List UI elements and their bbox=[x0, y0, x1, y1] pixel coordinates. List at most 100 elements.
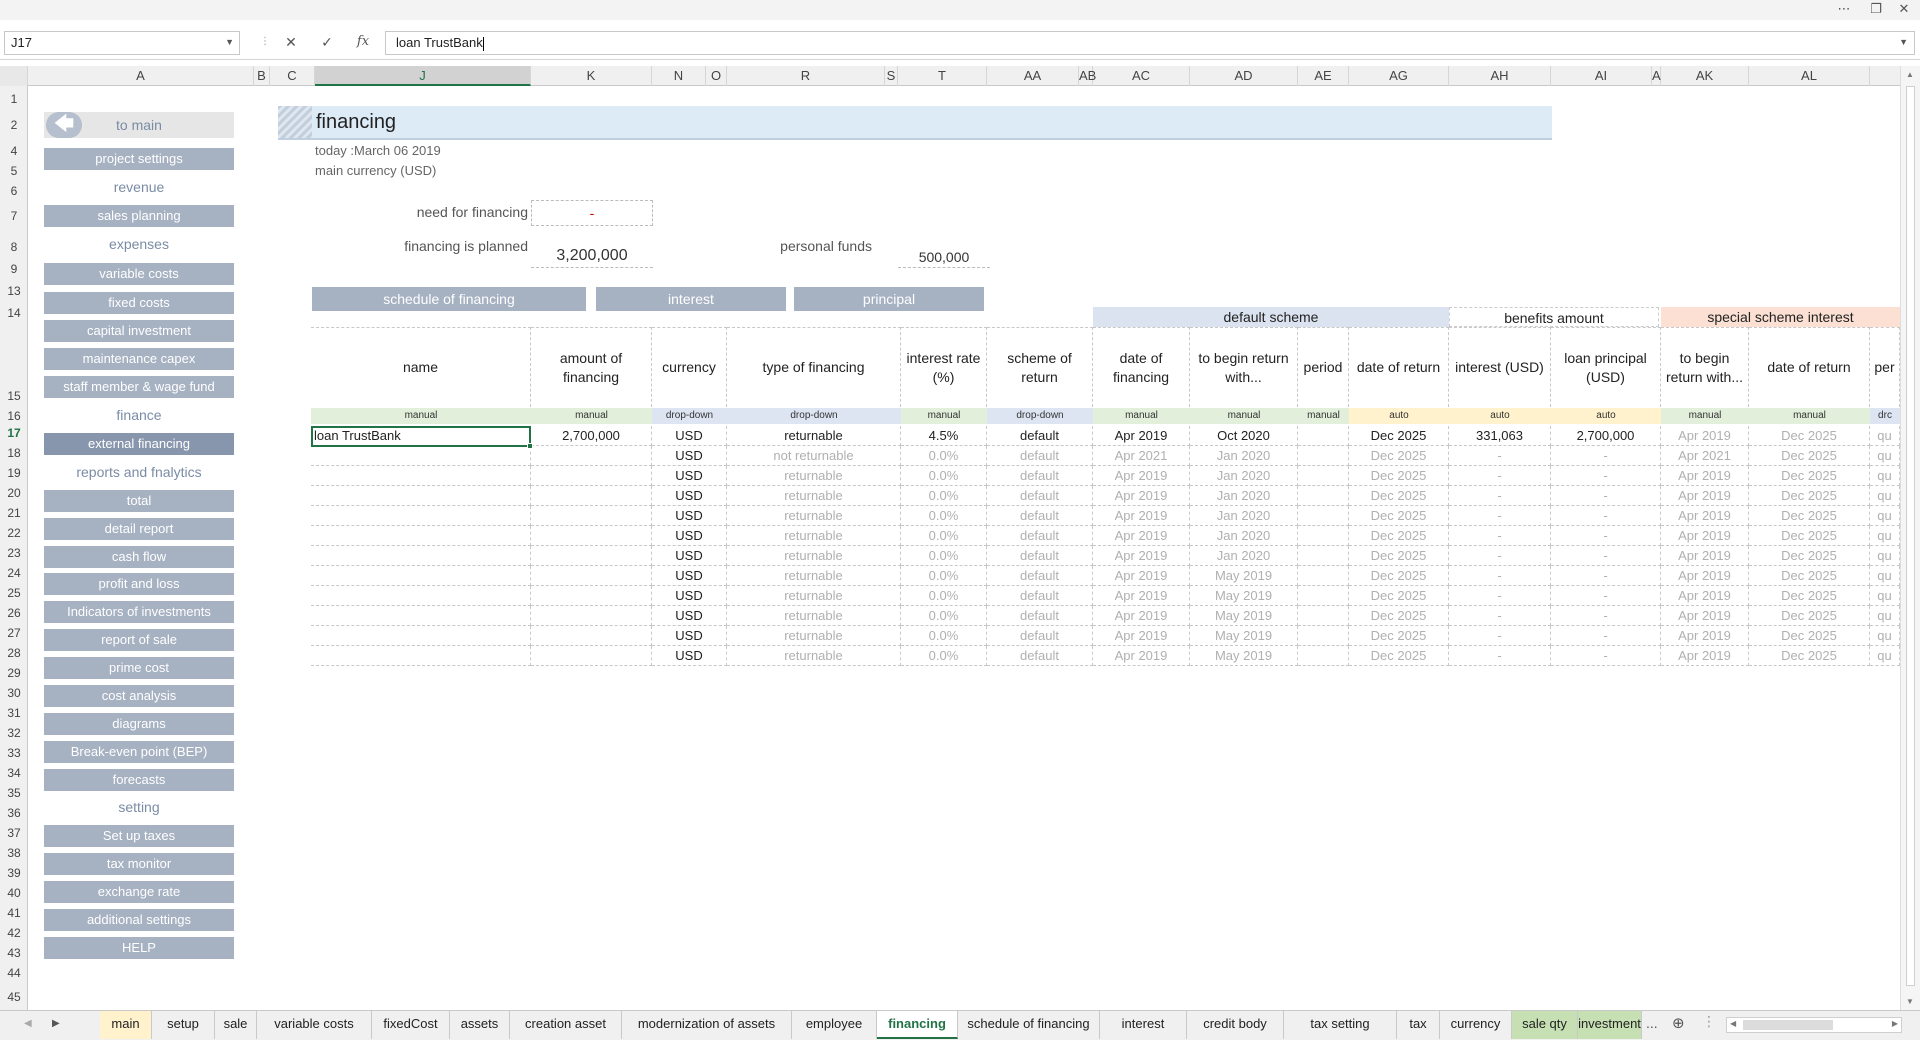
table-cell[interactable]: 0.0% bbox=[901, 586, 987, 606]
principal-button[interactable]: principal bbox=[794, 287, 984, 311]
column-header[interactable]: AH bbox=[1449, 66, 1551, 86]
table-cell[interactable]: Apr 2021 bbox=[1093, 446, 1190, 466]
row-header[interactable]: 1 bbox=[0, 92, 28, 106]
tab-modernization-of-assets[interactable]: modernization of assets bbox=[622, 1011, 792, 1039]
table-cell[interactable]: Dec 2025 bbox=[1349, 626, 1449, 646]
tab-creation-asset[interactable]: creation asset bbox=[510, 1011, 622, 1039]
table-cell[interactable] bbox=[311, 646, 531, 666]
table-cell[interactable]: qu bbox=[1870, 566, 1900, 586]
table-cell[interactable]: default bbox=[987, 606, 1093, 626]
table-cell[interactable] bbox=[531, 586, 652, 606]
column-header[interactable]: N bbox=[652, 66, 706, 86]
table-cell[interactable]: qu bbox=[1870, 466, 1900, 486]
table-cell[interactable] bbox=[531, 626, 652, 646]
column-header[interactable]: AA bbox=[987, 66, 1079, 86]
tab-fixedcost[interactable]: fixedCost bbox=[372, 1011, 450, 1039]
table-cell[interactable]: qu bbox=[1870, 646, 1900, 666]
table-cell[interactable]: Apr 2019 bbox=[1093, 626, 1190, 646]
table-cell[interactable]: Dec 2025 bbox=[1349, 586, 1449, 606]
row-header[interactable]: 45 bbox=[0, 990, 28, 1004]
sidebar-item-additional-settings[interactable]: additional settings bbox=[44, 909, 234, 931]
table-cell[interactable] bbox=[1298, 606, 1349, 626]
table-cell[interactable]: - bbox=[1551, 466, 1661, 486]
table-cell[interactable]: Jan 2020 bbox=[1190, 506, 1298, 526]
row-header[interactable]: 28 bbox=[0, 646, 28, 660]
sidebar-item-indicators-of-investments[interactable]: Indicators of investments bbox=[44, 601, 234, 623]
table-cell[interactable] bbox=[1298, 546, 1349, 566]
table-cell[interactable]: Apr 2019 bbox=[1093, 506, 1190, 526]
table-cell[interactable]: USD bbox=[652, 626, 727, 646]
sidebar-item-total[interactable]: total bbox=[44, 490, 234, 512]
row-header[interactable]: 15 bbox=[0, 389, 28, 403]
table-cell[interactable]: default bbox=[987, 566, 1093, 586]
table-cell[interactable]: returnable bbox=[727, 426, 901, 446]
table-cell[interactable]: Apr 2019 bbox=[1661, 506, 1749, 526]
row-header[interactable]: 38 bbox=[0, 846, 28, 860]
sidebar-item-set-up-taxes[interactable]: Set up taxes bbox=[44, 825, 234, 847]
row-header[interactable]: 6 bbox=[0, 184, 28, 198]
row-header[interactable]: 22 bbox=[0, 526, 28, 540]
table-cell[interactable]: default bbox=[987, 486, 1093, 506]
row-header[interactable]: 25 bbox=[0, 586, 28, 600]
tab-tax-setting[interactable]: tax setting bbox=[1284, 1011, 1397, 1039]
table-cell[interactable]: Dec 2025 bbox=[1349, 646, 1449, 666]
table-cell[interactable]: USD bbox=[652, 526, 727, 546]
table-cell[interactable]: Apr 2019 bbox=[1093, 426, 1190, 446]
column-header[interactable]: C bbox=[270, 66, 315, 86]
column-header[interactable]: AE bbox=[1298, 66, 1349, 86]
tab-main[interactable]: main bbox=[100, 1011, 152, 1039]
more-options-icon[interactable]: ⋯ bbox=[1832, 1, 1856, 17]
row-header[interactable]: 26 bbox=[0, 606, 28, 620]
table-cell[interactable] bbox=[311, 566, 531, 586]
row-header[interactable]: 31 bbox=[0, 706, 28, 720]
table-cell[interactable]: 0.0% bbox=[901, 546, 987, 566]
tab-tax[interactable]: tax bbox=[1397, 1011, 1440, 1039]
table-cell[interactable]: Jan 2020 bbox=[1190, 546, 1298, 566]
table-cell[interactable]: Dec 2025 bbox=[1349, 466, 1449, 486]
row-header[interactable]: 29 bbox=[0, 666, 28, 680]
table-cell[interactable]: default bbox=[987, 526, 1093, 546]
table-cell[interactable]: Apr 2019 bbox=[1093, 466, 1190, 486]
column-header[interactable]: AI bbox=[1551, 66, 1652, 86]
table-cell[interactable]: USD bbox=[652, 586, 727, 606]
table-cell[interactable]: Dec 2025 bbox=[1349, 606, 1449, 626]
table-cell[interactable]: Apr 2021 bbox=[1661, 446, 1749, 466]
table-cell[interactable]: - bbox=[1449, 486, 1551, 506]
table-cell[interactable]: Dec 2025 bbox=[1749, 586, 1870, 606]
sidebar-item-project-settings[interactable]: project settings bbox=[44, 148, 234, 170]
row-header[interactable]: 41 bbox=[0, 906, 28, 920]
table-cell[interactable]: May 2019 bbox=[1190, 586, 1298, 606]
sidebar-item-prime-cost[interactable]: prime cost bbox=[44, 657, 234, 679]
table-cell[interactable]: qu bbox=[1870, 486, 1900, 506]
table-cell[interactable]: returnable bbox=[727, 606, 901, 626]
table-cell[interactable]: - bbox=[1551, 546, 1661, 566]
table-cell[interactable]: default bbox=[987, 506, 1093, 526]
table-cell[interactable]: 331,063 bbox=[1449, 426, 1551, 446]
name-box[interactable]: J17 ▼ bbox=[4, 31, 240, 55]
table-cell[interactable]: returnable bbox=[727, 506, 901, 526]
sidebar-item-fixed-costs[interactable]: fixed costs bbox=[44, 292, 234, 314]
table-cell[interactable] bbox=[531, 546, 652, 566]
table-cell[interactable]: default bbox=[987, 626, 1093, 646]
row-header[interactable]: 36 bbox=[0, 806, 28, 820]
table-cell[interactable]: Dec 2025 bbox=[1749, 626, 1870, 646]
table-cell[interactable] bbox=[311, 546, 531, 566]
table-cell[interactable]: returnable bbox=[727, 626, 901, 646]
tab-financing[interactable]: financing bbox=[877, 1011, 958, 1039]
table-cell[interactable]: 0.0% bbox=[901, 466, 987, 486]
table-cell[interactable]: 0.0% bbox=[901, 646, 987, 666]
table-cell[interactable]: default bbox=[987, 466, 1093, 486]
table-cell[interactable]: - bbox=[1551, 646, 1661, 666]
sidebar-item-forecasts[interactable]: forecasts bbox=[44, 769, 234, 791]
table-cell[interactable]: default bbox=[987, 586, 1093, 606]
table-cell[interactable]: qu bbox=[1870, 606, 1900, 626]
scroll-down-icon[interactable]: ▼ bbox=[1906, 997, 1914, 1006]
table-cell[interactable]: returnable bbox=[727, 526, 901, 546]
sidebar-item-maintenance-capex[interactable]: maintenance capex bbox=[44, 348, 234, 370]
row-header[interactable]: 16 bbox=[0, 409, 28, 423]
table-cell[interactable]: - bbox=[1449, 506, 1551, 526]
sidebar-item-sales-planning[interactable]: sales planning bbox=[44, 205, 234, 227]
table-cell[interactable]: Dec 2025 bbox=[1349, 546, 1449, 566]
table-cell[interactable]: qu bbox=[1870, 586, 1900, 606]
row-header[interactable]: 34 bbox=[0, 766, 28, 780]
